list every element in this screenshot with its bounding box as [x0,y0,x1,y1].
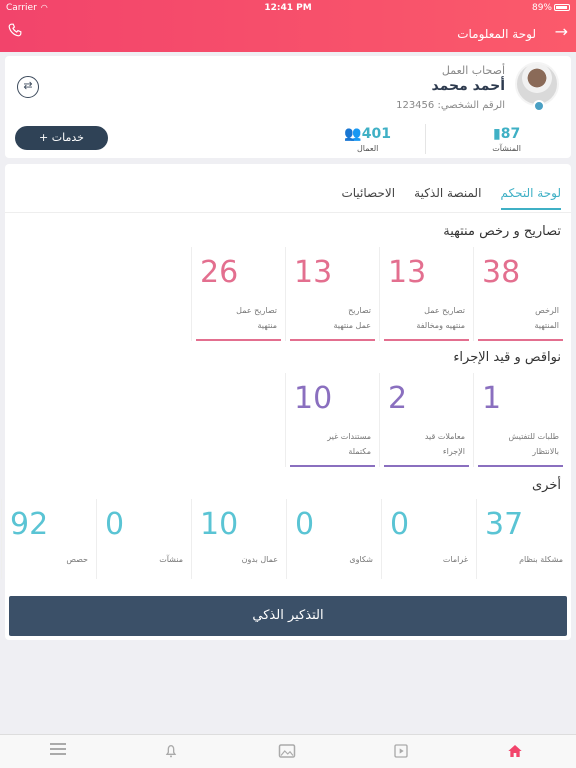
battery-indicator: 89% [532,3,570,13]
expired-value: 13 [294,255,333,290]
user-id: الرقم الشخصي: 123456 [396,100,505,111]
pending-value: 10 [294,381,333,416]
menu-icon[interactable] [50,743,68,761]
profile-card: أصحاب العمل أحمد محمد الرقم الشخصي: 1234… [5,56,571,158]
services-button[interactable]: + خدمات [15,126,108,150]
expired-label: تصاريح عمل منتهيه ومخالفة [416,306,465,330]
clock: 12:41 PM [264,3,312,13]
establishments-label: المنشآت [492,144,521,153]
building-icon: ▮ [492,126,501,142]
other-card[interactable]: 92 حصص [1,499,96,579]
dashboard-panel: لوحة التحكم المنصة الذكية الاحصائيات تصا… [1,164,571,640]
other-section-title: أخرى [532,478,561,493]
card-underline [478,465,563,467]
plus-icon: + [39,131,49,144]
expired-label: تصاريح عمل منتهية [333,306,371,330]
people-icon: 👥 [344,126,362,142]
edit-badge-icon[interactable] [533,100,545,112]
pending-card[interactable]: 10 مستندات غير مكتملة [285,373,379,467]
other-card[interactable]: 37 مشكلة بنظام [476,499,571,579]
pending-label: معاملات قيد الإجراء [424,432,465,456]
expired-card[interactable]: 13 تصاريح عمل منتهيه ومخالفة [379,247,473,341]
video-icon[interactable] [393,743,411,761]
tab-statistics[interactable]: الاحصائيات [341,186,395,208]
establishments-count: 87 [500,126,521,142]
pending-value: 1 [482,381,502,416]
pending-card[interactable]: 2 معاملات قيد الإجراء [379,373,473,467]
bottom-tab-bar [0,734,576,768]
gallery-icon[interactable] [278,743,296,761]
tab-smart-platform[interactable]: المنصة الذكية [414,186,481,208]
back-arrow-icon[interactable]: → [555,22,568,41]
other-card[interactable]: 0 غرامات [381,499,476,579]
app-header: Carrier ◠ 12:41 PM 89% لوحة المعلومات → [0,0,576,52]
expired-section-title: تصاريح و رخص منتهية [443,224,561,239]
other-card[interactable]: 0 شكاوى [286,499,381,579]
expired-card[interactable]: 13 تصاريح عمل منتهية [285,247,379,341]
pending-value: 2 [388,381,408,416]
card-underline [478,339,563,341]
pending-grid: 1 طلبات للتفتيش بالانتظار 2 معاملات قيد ال… [5,373,571,467]
phone-icon[interactable] [8,22,24,38]
expired-label: الرخص المنتهية [534,306,559,330]
pending-label: مستندات غير مكتملة [327,432,371,456]
user-category: أصحاب العمل [441,64,505,77]
other-grid: 37 مشكلة بنظام 0 غرامات 0 شكاوى 10 عمال بدون… [1,499,571,579]
establishments-stat[interactable]: ▮87 المنشآت [492,126,521,153]
card-underline [196,339,281,341]
card-underline [290,465,375,467]
status-bar: Carrier ◠ 12:41 PM 89% [0,0,576,16]
smart-reminder-button[interactable]: التذكير الذكي [9,596,567,636]
card-underline [384,465,469,467]
workers-stat[interactable]: 👥401 العمال [344,126,391,153]
expired-card[interactable]: 38 الرخص المنتهية [473,247,567,341]
expired-value: 26 [200,255,239,290]
tabs-divider [5,212,571,213]
battery-icon [554,4,570,11]
pending-label: طلبات للتفتيش بالانتظار [508,432,559,456]
pending-card[interactable]: 1 طلبات للتفتيش بالانتظار [473,373,567,467]
switch-account-icon[interactable]: ⇄ [17,76,39,98]
other-card[interactable]: 10 عمال بدون [191,499,286,579]
other-card[interactable]: 0 منشآت [96,499,191,579]
expired-label: تصاريح عمل منتهية [236,306,277,330]
pending-section-title: نواقص و قيد الإجراء [453,350,561,365]
expired-card[interactable]: 26 تصاريح عمل منتهية [191,247,285,341]
tab-dashboard[interactable]: لوحة التحكم [500,186,561,210]
expired-value: 13 [388,255,427,290]
card-underline [384,339,469,341]
stats-divider [425,124,426,154]
workers-label: العمال [356,144,379,153]
workers-count: 401 [361,126,391,142]
expired-grid: 38 الرخص المنتهية 13 تصاريح عمل منتهيه ومخ… [5,247,571,341]
home-icon[interactable] [507,743,525,761]
card-underline [290,339,375,341]
tab-bar: لوحة التحكم المنصة الذكية الاحصائيات [327,182,561,212]
page-title: لوحة المعلومات [457,27,536,41]
user-name: أحمد محمد [431,78,505,94]
expired-value: 38 [482,255,521,290]
bell-icon[interactable] [163,743,181,761]
